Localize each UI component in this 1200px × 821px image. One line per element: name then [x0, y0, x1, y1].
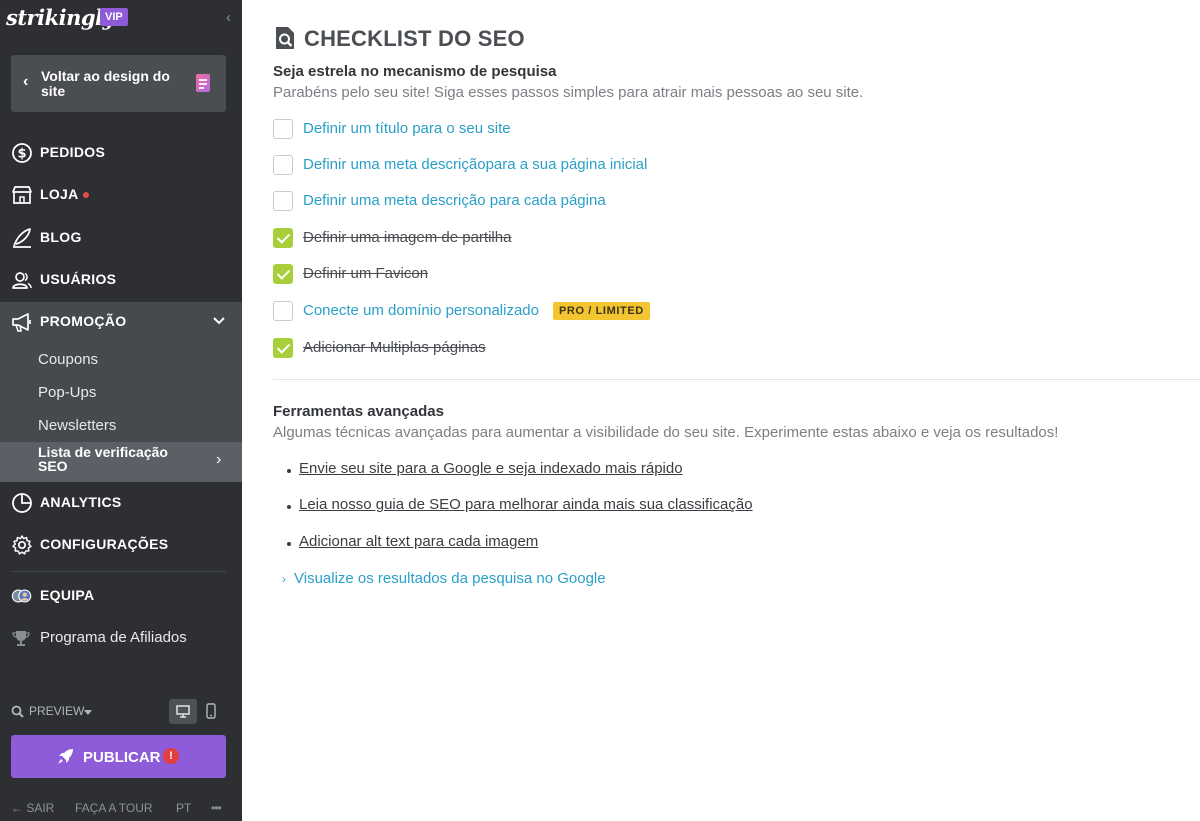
checkbox-checked[interactable] — [273, 338, 293, 358]
checklist-item-label[interactable]: Definir uma meta descrição para cada pág… — [303, 192, 606, 209]
exit-label: SAIR — [26, 801, 55, 815]
collapse-sidebar-icon[interactable]: ‹ — [226, 9, 231, 26]
section-divider — [273, 379, 1200, 380]
preview-dropdown[interactable]: PREVIEW — [11, 704, 92, 718]
advanced-link-google-index[interactable]: Envie seu site para a Google e seja inde… — [299, 460, 683, 477]
sidebar-divider — [11, 571, 226, 572]
chevron-left-icon: ‹ — [23, 73, 29, 90]
checklist-item-label[interactable]: Conecte um domínio personalizado — [303, 302, 539, 319]
publish-label: PUBLICAR — [83, 749, 161, 766]
nav-equipa-label: EQUIPA — [40, 587, 95, 603]
section-title-advanced: Ferramentas avançadas — [273, 403, 444, 420]
publish-alert-icon: ! — [163, 748, 179, 764]
nav-usuarios-label: USUÁRIOS — [40, 271, 117, 287]
desktop-icon — [176, 705, 190, 718]
desktop-view-button[interactable] — [169, 699, 197, 724]
store-icon — [12, 186, 32, 204]
more-options-icon[interactable]: ••• — [211, 801, 222, 815]
mobile-icon — [206, 703, 216, 719]
document-icon — [196, 74, 210, 92]
bullet-icon — [287, 505, 291, 509]
mobile-view-button[interactable] — [198, 699, 226, 724]
preview-label: PREVIEW — [29, 704, 85, 718]
trophy-icon — [12, 631, 30, 646]
back-to-design-label: Voltar ao design do site — [41, 68, 170, 99]
section-desc-search: Parabéns pelo seu site! Siga esses passo… — [273, 84, 864, 101]
sub-newsletters[interactable]: Newsletters — [38, 417, 116, 434]
checkbox[interactable] — [273, 191, 293, 211]
arrow-left-icon: ← — [11, 801, 23, 815]
users-icon — [12, 272, 32, 289]
nav-analytics-label: ANALYTICS — [40, 494, 122, 510]
bullet-icon — [287, 469, 291, 473]
sub-popups[interactable]: Pop-Ups — [38, 384, 96, 401]
nav-configuracoes[interactable]: CONFIGURAÇÕES — [0, 526, 242, 562]
checklist-item-label: Adicionar Multiplas páginas — [303, 339, 486, 356]
nav-pedidos[interactable]: $ PEDIDOS — [0, 134, 242, 170]
main-content: CHECKLIST DO SEO Seja estrela no mecanis… — [242, 0, 1200, 821]
chevron-right-icon: › — [216, 451, 222, 468]
checklist-item-label[interactable]: Definir uma meta descriçãopara a sua pág… — [303, 156, 647, 173]
back-to-design-button[interactable]: ‹ Voltar ao design do site — [11, 55, 226, 112]
seo-search-document-icon — [276, 27, 294, 49]
nav-pedidos-label: PEDIDOS — [40, 144, 106, 160]
dollar-icon: $ — [12, 143, 32, 163]
section-title-search: Seja estrela no mecanismo de pesquisa — [273, 63, 557, 80]
advanced-link-alt-text[interactable]: Adicionar alt text para cada imagem — [299, 533, 538, 550]
checkbox[interactable] — [273, 155, 293, 175]
bullet-icon — [287, 542, 291, 546]
nav-blog-label: BLOG — [40, 229, 82, 245]
sub-seo-checklist[interactable]: Lista de verificação SEO › — [0, 442, 242, 482]
checkbox-checked[interactable] — [273, 264, 293, 284]
checklist-item-label: Definir uma imagem de partilha — [303, 229, 512, 246]
pen-icon — [13, 228, 31, 248]
strikingly-logo[interactable]: strikingly — [6, 5, 115, 30]
nav-analytics[interactable]: ANALYTICS — [0, 484, 242, 520]
checklist-item-label: Definir um Favicon — [303, 265, 429, 282]
sidebar: strikingly VIP ‹ ‹ Voltar ao design do s… — [0, 0, 242, 821]
svg-text:$: $ — [17, 147, 26, 162]
checkbox[interactable] — [273, 301, 293, 321]
sub-seo-checklist-label: Lista de verificação SEO — [38, 444, 168, 474]
team-avatars-icon — [11, 589, 32, 603]
chevron-down-icon — [213, 317, 225, 325]
affiliate-program-link[interactable]: Programa de Afiliados — [40, 629, 187, 646]
exit-link[interactable]: ← SAIR — [11, 801, 54, 815]
nav-loja[interactable]: LOJA — [0, 176, 242, 212]
tour-link[interactable]: FAÇA A TOUR — [75, 801, 153, 815]
google-preview-toggle[interactable]: › Visualize os resultados da pesquisa no … — [282, 570, 606, 587]
pie-chart-icon — [12, 493, 32, 513]
rocket-icon — [58, 749, 73, 764]
nav-configuracoes-label: CONFIGURAÇÕES — [40, 536, 169, 552]
publish-button[interactable]: PUBLICAR ! — [11, 735, 226, 778]
search-icon — [11, 705, 24, 718]
advanced-link-seo-guide[interactable]: Leia nosso guia de SEO para melhorar ain… — [299, 496, 753, 513]
megaphone-icon — [12, 313, 31, 332]
checkbox-checked[interactable] — [273, 228, 293, 248]
checkbox[interactable] — [273, 119, 293, 139]
nav-promocao-label: PROMOÇÃO — [40, 313, 127, 329]
sub-coupons[interactable]: Coupons — [38, 351, 98, 368]
nav-loja-label: LOJA — [40, 186, 79, 202]
nav-equipa[interactable]: EQUIPA — [0, 577, 242, 613]
notification-dot — [83, 192, 89, 198]
page-title: CHECKLIST DO SEO — [304, 26, 525, 51]
language-selector[interactable]: PT — [176, 801, 191, 815]
caret-down-icon — [84, 710, 92, 715]
vip-badge: VIP — [100, 8, 128, 26]
section-desc-advanced: Algumas técnicas avançadas para aumentar… — [273, 424, 1059, 441]
gear-icon — [12, 535, 32, 555]
nav-promocao[interactable]: PROMOÇÃO — [0, 303, 242, 339]
nav-usuarios[interactable]: USUÁRIOS — [0, 261, 242, 297]
pro-limited-badge: PRO / LIMITED — [553, 302, 650, 320]
chevron-right-icon: › — [282, 572, 286, 586]
google-preview-label: Visualize os resultados da pesquisa no G… — [294, 570, 606, 587]
checklist-item-label[interactable]: Definir um título para o seu site — [303, 120, 511, 137]
nav-blog[interactable]: BLOG — [0, 219, 242, 255]
